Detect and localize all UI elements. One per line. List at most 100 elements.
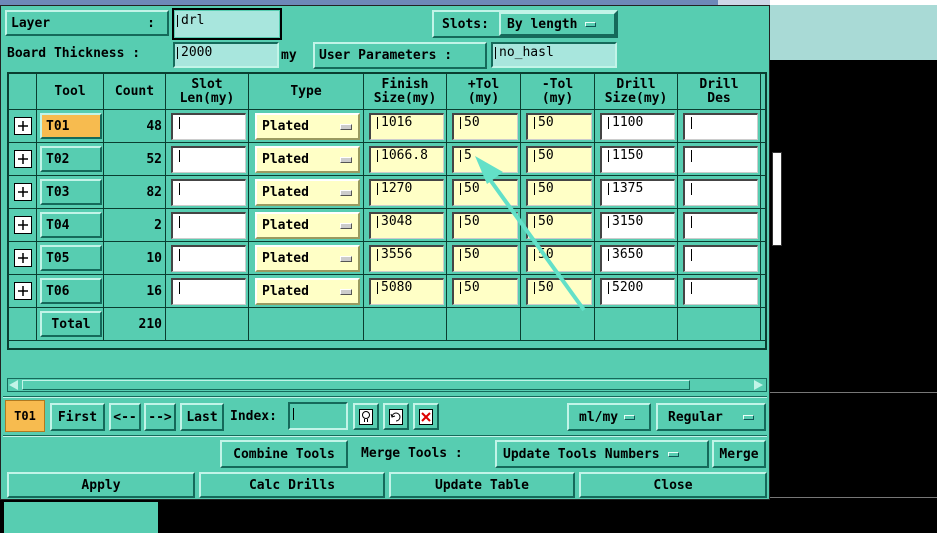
horizontal-scrollbar[interactable] xyxy=(7,378,767,392)
last-button[interactable]: Last xyxy=(180,403,224,431)
close-button[interactable]: Close xyxy=(579,472,767,498)
expand-toggle-icon[interactable] xyxy=(14,216,32,234)
finish-size-input[interactable]: 3048 xyxy=(369,212,444,239)
extra-cell xyxy=(761,110,765,143)
type-dropdown[interactable]: Plated xyxy=(255,212,360,239)
plus-tol-input[interactable]: 50 xyxy=(452,245,518,272)
merge-tools-label: Merge Tools : xyxy=(361,446,463,461)
tool-button[interactable]: T03 xyxy=(40,179,102,205)
merge-button[interactable]: Merge xyxy=(712,440,766,468)
chevron-down-icon xyxy=(340,288,352,295)
tool-count: 10 xyxy=(104,242,166,275)
extra-cell xyxy=(761,176,765,209)
total-row-toggle xyxy=(9,308,37,341)
first-button[interactable]: First xyxy=(50,403,105,431)
drill-des-input[interactable] xyxy=(683,212,758,239)
drill-size-input[interactable]: 1150 xyxy=(600,146,675,173)
minus-tol-input[interactable]: 50 xyxy=(526,278,592,305)
finish-size-input[interactable]: 5080 xyxy=(369,278,444,305)
header-drill-size: Drill Size(my) xyxy=(595,74,678,110)
next-button[interactable]: --> xyxy=(144,403,176,431)
board-thickness-input[interactable]: 2000 xyxy=(173,42,279,68)
lightbulb-button[interactable] xyxy=(353,403,379,430)
header-minus-tol: -Tol (my) xyxy=(521,74,595,110)
scroll-left-arrow-icon[interactable] xyxy=(9,380,18,390)
drill-size-input[interactable]: 1100 xyxy=(600,113,675,140)
total-empty xyxy=(166,308,249,341)
finish-size-input[interactable]: 3556 xyxy=(369,245,444,272)
apply-button[interactable]: Apply xyxy=(7,472,195,498)
finish-size-input[interactable]: 1270 xyxy=(369,179,444,206)
board-thickness-unit: my xyxy=(281,48,297,63)
slot-len-input[interactable] xyxy=(171,278,246,305)
slot-len-input[interactable] xyxy=(171,245,246,272)
header-finish-size: Finish Size(my) xyxy=(364,74,447,110)
slot-len-input[interactable] xyxy=(171,179,246,206)
drill-des-input[interactable] xyxy=(683,245,758,272)
type-dropdown[interactable]: Plated xyxy=(255,179,360,206)
mode-dropdown[interactable]: Regular xyxy=(656,403,766,431)
slot-len-input[interactable] xyxy=(171,212,246,239)
type-dropdown[interactable]: Plated xyxy=(255,113,360,140)
minus-tol-input[interactable]: 50 xyxy=(526,146,592,173)
expand-toggle-icon[interactable] xyxy=(14,183,32,201)
expand-toggle-icon[interactable] xyxy=(14,249,32,267)
type-dropdown[interactable]: Plated xyxy=(255,146,360,173)
delete-button[interactable] xyxy=(413,403,439,430)
header-type: Type xyxy=(249,74,364,110)
tool-button[interactable]: T02 xyxy=(40,146,102,172)
drill-des-input[interactable] xyxy=(683,179,758,206)
drill-des-input[interactable] xyxy=(683,113,758,140)
extra-cell xyxy=(761,209,765,242)
tool-button[interactable]: T01 xyxy=(40,113,102,139)
drill-des-input[interactable] xyxy=(683,278,758,305)
chevron-down-icon xyxy=(340,222,352,229)
units-dropdown[interactable]: ml/my xyxy=(567,403,651,431)
expand-toggle-icon[interactable] xyxy=(14,282,32,300)
type-dropdown[interactable]: Plated xyxy=(255,278,360,305)
type-dropdown[interactable]: Plated xyxy=(255,245,360,272)
user-parameters-button[interactable]: User Parameters : xyxy=(313,42,487,69)
background-line xyxy=(770,497,937,498)
plus-tol-input[interactable]: 50 xyxy=(452,278,518,305)
plus-tol-input[interactable]: 50 xyxy=(452,113,518,140)
minus-tol-input[interactable]: 50 xyxy=(526,113,592,140)
tool-button[interactable]: T06 xyxy=(40,278,102,304)
drill-size-input[interactable]: 3650 xyxy=(600,245,675,272)
calc-drills-button[interactable]: Calc Drills xyxy=(199,472,385,498)
background-white-box xyxy=(772,152,782,246)
total-empty xyxy=(521,308,595,341)
expand-toggle-icon[interactable] xyxy=(14,150,32,168)
combine-tools-button[interactable]: Combine Tools xyxy=(220,440,348,468)
tool-button[interactable]: T04 xyxy=(40,212,102,238)
slot-len-input[interactable] xyxy=(171,113,246,140)
minus-tol-input[interactable]: 50 xyxy=(526,245,592,272)
plus-tol-input[interactable]: 50 xyxy=(452,212,518,239)
total-empty xyxy=(678,308,761,341)
drill-size-input[interactable]: 1375 xyxy=(600,179,675,206)
index-input[interactable] xyxy=(288,402,348,430)
layer-input[interactable]: drl xyxy=(175,11,279,37)
user-parameters-input[interactable]: no_hasl xyxy=(491,42,617,68)
total-empty xyxy=(447,308,521,341)
finish-size-input[interactable]: 1016 xyxy=(369,113,444,140)
finish-size-input[interactable]: 1066.8 xyxy=(369,146,444,173)
minus-tol-input[interactable]: 50 xyxy=(526,179,592,206)
drill-des-input[interactable] xyxy=(683,146,758,173)
drill-size-input[interactable]: 5200 xyxy=(600,278,675,305)
plus-tol-input[interactable]: 5 xyxy=(452,146,518,173)
prev-button[interactable]: <-- xyxy=(109,403,141,431)
update-tools-numbers-dropdown[interactable]: Update Tools Numbers xyxy=(495,440,709,468)
scroll-thumb[interactable] xyxy=(22,380,690,390)
slots-dropdown[interactable]: By length xyxy=(499,12,616,36)
drill-dialog: Layer: drl Slots: By length Board Thickn… xyxy=(0,5,770,500)
expand-toggle-icon[interactable] xyxy=(14,117,32,135)
slot-len-input[interactable] xyxy=(171,146,246,173)
drill-size-input[interactable]: 3150 xyxy=(600,212,675,239)
update-table-button[interactable]: Update Table xyxy=(389,472,575,498)
refresh-button[interactable] xyxy=(383,403,409,430)
plus-tol-input[interactable]: 50 xyxy=(452,179,518,206)
minus-tol-input[interactable]: 50 xyxy=(526,212,592,239)
tool-button[interactable]: T05 xyxy=(40,245,102,271)
scroll-right-arrow-icon[interactable] xyxy=(754,380,763,390)
